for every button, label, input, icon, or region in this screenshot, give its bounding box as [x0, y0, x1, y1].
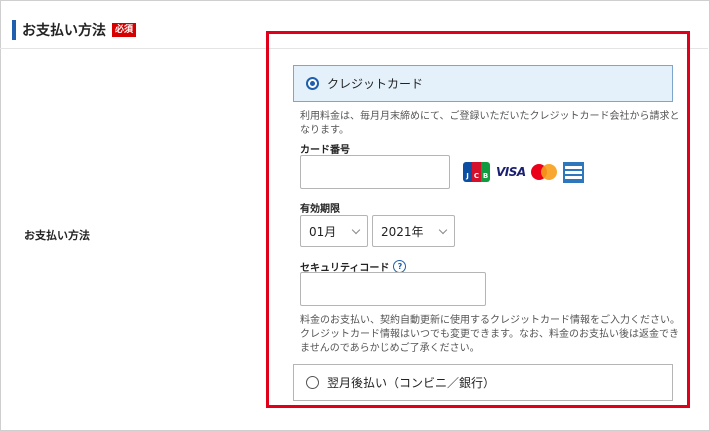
- expiry-label: 有効期限: [300, 200, 340, 215]
- chevron-down-icon: [438, 225, 448, 234]
- jcb-letter-c: C: [472, 162, 481, 182]
- section-title: お支払い方法: [22, 23, 106, 39]
- section-header: お支払い方法 必須: [12, 20, 137, 40]
- card-brand-logos: J C B VISA: [463, 161, 584, 183]
- card-number-label-text: カード番号: [300, 145, 350, 156]
- payment-note: 料金のお支払い、契約自動更新に使用するクレジットカード情報をご入力ください。クレ…: [300, 315, 680, 354]
- credit-card-option[interactable]: クレジットカード: [293, 65, 673, 102]
- expiry-month-value: 01月: [309, 224, 337, 239]
- jcb-letter-j: J: [463, 162, 472, 182]
- credit-card-radio[interactable]: [306, 77, 319, 90]
- expiry-year-value: 2021年: [381, 224, 424, 239]
- jcb-logo: J C B: [463, 162, 490, 182]
- billing-note: 利用料金は、毎月月末締めにて、ご登録いただいたクレジットカード会社から請求となり…: [300, 111, 680, 136]
- deferred-payment-option-label: 翌月後払い（コンビニ／銀行）: [327, 376, 496, 390]
- jcb-letter-b: B: [481, 162, 490, 182]
- security-code-input[interactable]: [300, 272, 486, 306]
- card-number-input[interactable]: [300, 155, 450, 189]
- amex-logo: [562, 161, 584, 183]
- payment-method-row-label: お支払い方法: [24, 229, 90, 242]
- card-number-label: カード番号: [300, 141, 350, 156]
- chevron-down-icon: [351, 225, 361, 234]
- deferred-payment-radio[interactable]: [306, 376, 319, 389]
- required-badge: 必須: [112, 23, 137, 37]
- mastercard-logo: [530, 164, 557, 180]
- credit-card-option-label: クレジットカード: [327, 77, 424, 91]
- expiry-label-text: 有効期限: [300, 204, 340, 215]
- expiry-year-select[interactable]: 2021年: [372, 215, 455, 247]
- section-accent-bar: [12, 20, 16, 40]
- visa-logo: VISA: [496, 165, 526, 179]
- expiry-month-select[interactable]: 01月: [300, 215, 368, 247]
- deferred-payment-option[interactable]: 翌月後払い（コンビニ／銀行）: [293, 364, 673, 401]
